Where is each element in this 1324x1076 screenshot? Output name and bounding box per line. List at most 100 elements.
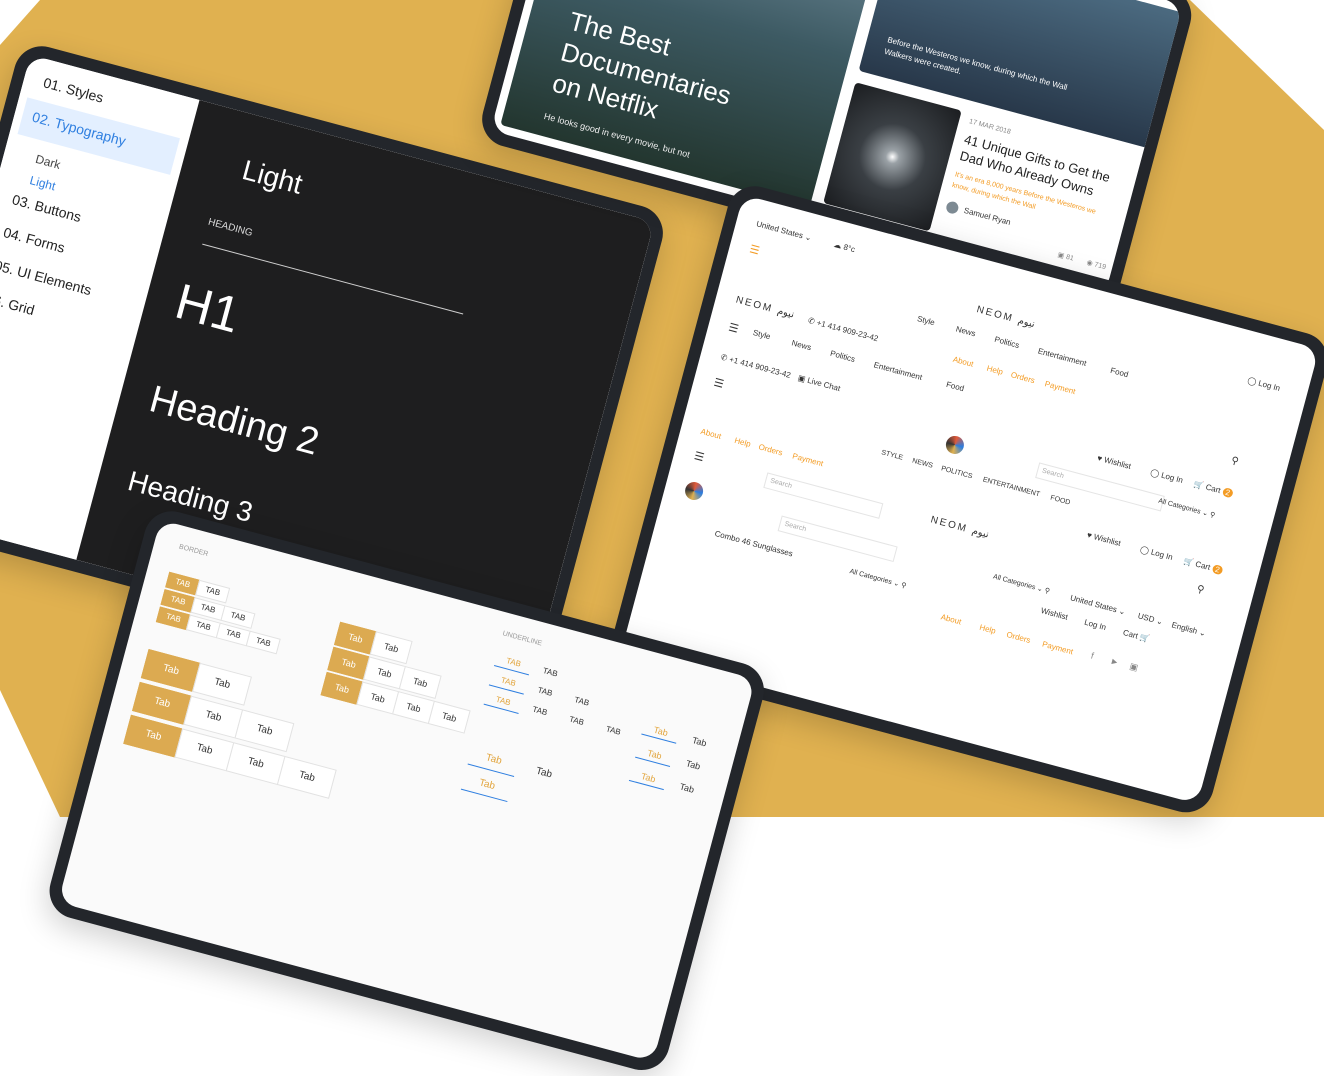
utab-active-2[interactable]: TAB: [488, 672, 527, 695]
search-icon: ⚲: [1208, 511, 1216, 520]
link-orders-2[interactable]: Orders: [758, 442, 784, 457]
live-chat[interactable]: ▣ Live Chat: [797, 373, 841, 393]
nav-entertainment[interactable]: Entertainment: [1037, 346, 1087, 368]
search-input-3[interactable]: Search: [777, 515, 898, 563]
utab-6[interactable]: TAB: [594, 722, 632, 743]
link-about[interactable]: About: [952, 355, 975, 369]
link-help-2[interactable]: Help: [733, 436, 751, 449]
nav2-food[interactable]: Food: [945, 380, 965, 393]
heading-label: HEADING: [206, 216, 254, 240]
nav-style[interactable]: Style: [916, 314, 936, 327]
link-payment-3[interactable]: Payment: [1041, 640, 1074, 657]
sidebar-item-buttons[interactable]: 03. Buttons: [10, 191, 83, 225]
tab-medium-6[interactable]: Tab: [427, 700, 471, 734]
utab-large-active-2[interactable]: Tab: [460, 773, 512, 803]
tab-small-6[interactable]: TAB: [245, 630, 281, 655]
brand-logo-icon-2[interactable]: [683, 479, 706, 503]
brand-logo-icon[interactable]: [943, 433, 966, 456]
link-help-3[interactable]: Help: [978, 623, 996, 636]
sidebar-item-grid[interactable]: 06. Grid: [0, 290, 36, 318]
sidebar-subitem-dark[interactable]: Dark: [34, 152, 62, 172]
utab-3[interactable]: TAB: [562, 692, 600, 713]
utab-right-2[interactable]: Tab: [674, 755, 712, 776]
utab[interactable]: TAB: [531, 663, 569, 684]
logo-3[interactable]: NEOM نيوم: [929, 514, 990, 540]
login-link-3[interactable]: ◯ Log In: [1139, 545, 1174, 562]
sidebar-subitem-light[interactable]: Light: [28, 173, 57, 193]
wishlist-link-3[interactable]: Wishlist: [1040, 606, 1069, 622]
utab-right-active-3[interactable]: Tab: [628, 768, 667, 791]
sidebar-item-ui-elements[interactable]: 05. UI Elements: [0, 257, 93, 298]
country-select[interactable]: United States ⌄: [755, 219, 812, 242]
facebook-icon[interactable]: f: [1090, 651, 1095, 661]
link-help[interactable]: Help: [986, 364, 1004, 377]
hamburger-icon[interactable]: ☰: [748, 242, 761, 257]
utab-2[interactable]: TAB: [526, 683, 564, 704]
hamburger-icon-4[interactable]: ☰: [693, 449, 706, 464]
nav2-politics[interactable]: Politics: [829, 349, 856, 364]
nav3-news[interactable]: NEWS: [911, 458, 933, 470]
chat-icon: ▣: [796, 373, 807, 384]
sidebar-item-styles[interactable]: 01. Styles: [42, 74, 106, 105]
country-select-2[interactable]: United States ⌄: [1069, 593, 1126, 616]
category-select-3[interactable]: All Categories ⌄ ⚲: [849, 567, 908, 590]
nav2-entertainment[interactable]: Entertainment: [873, 360, 923, 382]
login-link[interactable]: ◯ Log In: [1247, 376, 1282, 393]
logo[interactable]: NEOM نيوم: [975, 304, 1036, 330]
wishlist-link[interactable]: ♥ Wishlist: [1096, 453, 1132, 471]
twitter-icon[interactable]: ►: [1109, 656, 1120, 668]
nav-news[interactable]: News: [955, 324, 977, 338]
nav3-food[interactable]: FOOD: [1050, 495, 1071, 507]
instagram-icon[interactable]: ▣: [1128, 661, 1139, 674]
link-about-2[interactable]: About: [700, 427, 723, 441]
hamburger-icon-3[interactable]: ☰: [712, 376, 725, 391]
chevron-down-icon: ⌄: [892, 579, 901, 589]
hamburger-icon-2[interactable]: ☰: [727, 321, 740, 336]
utab-active[interactable]: TAB: [493, 653, 533, 676]
nav2-style[interactable]: Style: [752, 328, 772, 341]
theme-title: Light: [239, 154, 306, 200]
category-select-2[interactable]: All Categories ⌄ ⚲: [992, 572, 1051, 595]
sidebar-item-forms[interactable]: 04. Forms: [2, 224, 67, 256]
utab-right-active-2[interactable]: Tab: [635, 745, 674, 767]
phone-number-2[interactable]: ✆ +1 414 909-23-42: [720, 352, 792, 379]
nav-food[interactable]: Food: [1109, 366, 1129, 379]
currency-select[interactable]: USD ⌄: [1137, 611, 1164, 626]
avatar[interactable]: [945, 200, 960, 215]
wishlist-link-2[interactable]: ♥ Wishlist: [1086, 530, 1122, 548]
logo-2[interactable]: NEOM نيوم: [735, 295, 796, 321]
utab-large-active[interactable]: Tab: [467, 748, 519, 777]
link-payment-2[interactable]: Payment: [791, 451, 824, 468]
utab-right-3[interactable]: Tab: [668, 779, 706, 800]
chevron-down-icon: ⌄: [1155, 616, 1165, 627]
utab-active-3[interactable]: TAB: [483, 692, 522, 714]
nav-politics[interactable]: Politics: [993, 335, 1020, 350]
cart-link-2[interactable]: 🛒 Cart 2: [1183, 556, 1224, 576]
utab-large[interactable]: Tab: [518, 762, 569, 790]
link-orders[interactable]: Orders: [1010, 370, 1036, 385]
nav2-news[interactable]: News: [791, 338, 813, 352]
nav3-politics[interactable]: POLITICS: [940, 465, 973, 480]
utab-right-active[interactable]: Tab: [641, 721, 680, 744]
login-link-4[interactable]: Log In: [1083, 618, 1107, 632]
utab-4[interactable]: TAB: [521, 702, 559, 723]
author-name[interactable]: Samuel Ryan: [963, 206, 1012, 227]
utab-5[interactable]: TAB: [557, 712, 595, 733]
link-about-3[interactable]: About: [940, 612, 963, 626]
search-icon-2[interactable]: ⚲: [1195, 584, 1205, 597]
utab-right[interactable]: Tab: [680, 732, 718, 753]
link-orders-3[interactable]: Orders: [1006, 630, 1032, 645]
phone-number[interactable]: ✆ +1 414 909-23-42: [807, 316, 879, 343]
language-select[interactable]: English ⌄: [1171, 620, 1207, 638]
link-payment[interactable]: Payment: [1044, 379, 1077, 396]
nav3-entertainment[interactable]: ENTERTAINMENT: [982, 476, 1041, 498]
login-link-2[interactable]: ◯ Log In: [1149, 468, 1184, 485]
nav3-style[interactable]: STYLE: [881, 449, 904, 462]
cart-link[interactable]: 🛒 Cart 2: [1193, 479, 1234, 499]
cart-link-3[interactable]: Cart 🛒: [1122, 628, 1151, 644]
search-input-2[interactable]: Search: [763, 472, 884, 519]
category-select[interactable]: All Categories ⌄ ⚲: [1157, 497, 1216, 520]
search-icon[interactable]: ⚲: [1230, 455, 1240, 468]
tab-large-6[interactable]: Tab: [276, 755, 337, 799]
search-input[interactable]: Search: [1035, 462, 1165, 512]
